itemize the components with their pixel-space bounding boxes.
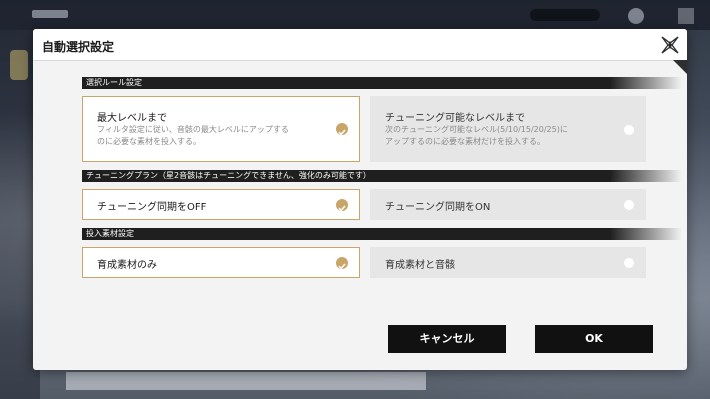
- checkmark-icon: [336, 199, 348, 212]
- option-tunable-level-desc-line1: 次のチューニング可能なレベル(5/10/15/20/25)に: [385, 125, 568, 134]
- section-label-material: 投入素材設定: [86, 229, 134, 238]
- option-growth-materials-and-echo-title: 育成素材と音骸: [385, 260, 455, 271]
- checkmark-icon: [336, 257, 348, 270]
- checkmark-icon: [336, 123, 348, 136]
- dialog-title: 自動選択設定: [42, 40, 115, 54]
- background-title-blur: [32, 10, 68, 18]
- cancel-button[interactable]: キャンセル: [388, 325, 506, 353]
- section-header-rule: 選択ルール設定: [82, 77, 682, 89]
- option-growth-materials-only[interactable]: 育成素材のみ: [82, 247, 360, 278]
- option-max-level-desc-line1: フィルタ設定に従い、音骸の最大レベルにアップする: [97, 125, 289, 134]
- option-tuning-sync-on[interactable]: チューニング同期をON: [370, 189, 646, 220]
- close-x-icon[interactable]: [659, 34, 681, 56]
- radio-empty-icon: [624, 258, 634, 268]
- section-header-material: 投入素材設定: [82, 228, 682, 240]
- option-growth-materials-and-echo[interactable]: 育成素材と音骸: [370, 247, 646, 278]
- header-corner-decoration: [673, 60, 687, 74]
- background-top-bar: [0, 0, 710, 30]
- background-bottom-strip: [66, 372, 426, 390]
- option-tunable-level-desc-line2: アップするのに必要な素材だけを投入する。: [385, 137, 545, 146]
- section-header-tuning: チューニングプラン（星2音骸はチューニングできません、強化のみ可能です）: [82, 170, 682, 182]
- section-label-rule: 選択ルール設定: [86, 78, 142, 87]
- radio-empty-icon: [624, 200, 634, 210]
- option-tunable-level-title: チューニング可能なレベルまで: [385, 113, 525, 124]
- dialog-header: 自動選択設定: [33, 29, 687, 61]
- option-growth-materials-only-title: 育成素材のみ: [97, 260, 157, 271]
- option-tuning-sync-off-title: チューニング同期をOFF: [97, 202, 207, 213]
- ok-button[interactable]: OK: [535, 325, 653, 353]
- background-side-icon: [10, 50, 28, 80]
- option-tunable-level[interactable]: チューニング可能なレベルまで 次のチューニング可能なレベル(5/10/15/20…: [370, 96, 646, 162]
- background-close-blur: [678, 8, 694, 24]
- section-label-tuning: チューニングプラン（星2音骸はチューニングできません、強化のみ可能です）: [86, 171, 371, 180]
- option-max-level-desc-line2: のに必要な素材を投入する。: [97, 137, 201, 146]
- auto-select-settings-dialog: 自動選択設定 選択ルール設定 最大レベルまで フィルタ設定に従い、音骸の最大レベ…: [33, 29, 687, 370]
- option-tuning-sync-off[interactable]: チューニング同期をOFF: [82, 189, 360, 220]
- background-currency-blur: [530, 9, 600, 21]
- option-max-level[interactable]: 最大レベルまで フィルタ設定に従い、音骸の最大レベルにアップする のに必要な素材…: [82, 96, 360, 162]
- background-icon-blur: [628, 8, 644, 24]
- option-max-level-title: 最大レベルまで: [97, 113, 167, 124]
- option-tuning-sync-on-title: チューニング同期をON: [385, 202, 491, 213]
- radio-empty-icon: [624, 125, 634, 135]
